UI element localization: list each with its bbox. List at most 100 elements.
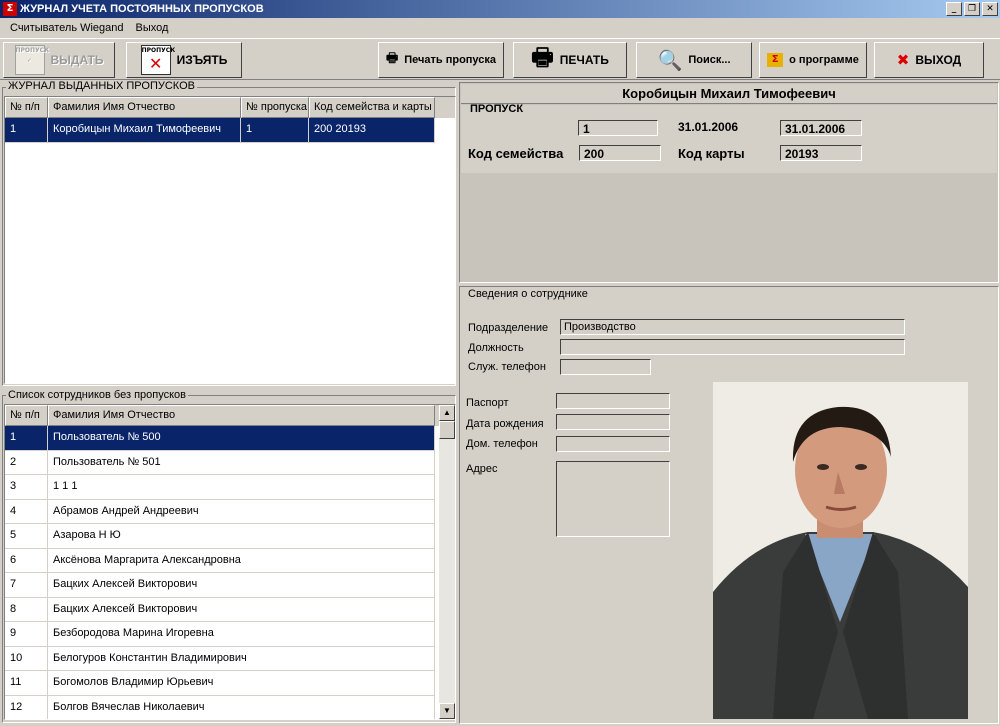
date-issued: 31.01.2006 [678,120,739,134]
department-field[interactable]: Производство [560,319,905,335]
row-num: 7 [5,573,48,597]
minimize-button[interactable]: _ [946,2,962,16]
scroll-thumb[interactable] [439,421,455,439]
revoke-button[interactable]: ПРОПУСК ✕ ИЗЪЯТЬ [126,42,242,78]
table-row[interactable]: 4 Абрамов Андрей Андреевич [5,499,435,524]
staff-col-name[interactable]: Фамилия Имя Отчество [48,405,435,426]
table-row[interactable]: 6 Аксёнова Маргарита Александровна [5,548,435,573]
printer-small-icon: 🖶 [385,51,399,66]
row-name: Белогуров Константин Владимирович [48,646,435,670]
row-code: 200 20193 [309,118,435,142]
table-row[interactable]: 11 Богомолов Владимир Юрьевич [5,671,435,696]
table-row[interactable]: 31 1 1 [5,475,435,500]
col-header-num[interactable]: № п/п [5,97,48,118]
pass-section-title: ПРОПУСК [470,103,524,115]
row-num: 2 [5,450,48,474]
employee-photo [713,382,968,719]
printer-icon: 🖶 [531,42,554,71]
row-name: Бацких Алексей Викторович [48,573,435,597]
row-num: 5 [5,524,48,548]
scroll-up-arrow[interactable]: ▲ [439,405,455,421]
table-row[interactable]: 9 Безбородова Марина Игоревна [5,622,435,647]
home-phone-label: Дом. телефон [466,438,538,450]
work-phone-label: Служ. телефон [468,361,546,373]
work-phone-field[interactable] [560,359,651,375]
issue-label: ВЫДАТЬ [50,53,104,67]
menu-bar: Считыватель Wiegand Выход [0,18,1000,37]
table-row[interactable]: 2 Пользователь № 501 [5,450,435,475]
table-row[interactable]: 1 Пользователь № 500 [5,426,435,451]
col-header-name[interactable]: Фамилия Имя Отчество [48,97,241,118]
staff-grid: № п/п Фамилия Имя Отчество 1 Пользователь… [4,404,456,720]
table-row[interactable]: 10 Белогуров Константин Владимирович [5,646,435,671]
about-button[interactable]: Σ о программе [759,42,867,78]
row-num: 12 [5,695,48,719]
card-code-field[interactable]: 20193 [780,145,862,161]
row-pass: 1 [241,118,309,142]
row-name: Пользователь № 501 [48,450,435,474]
date-field[interactable]: 31.01.2006 [780,120,862,136]
toolbar: ПРОПУСК ✓ ВЫДАТЬ ПРОПУСК ✕ ИЗЪЯТЬ 🖶 Печать… [0,38,1000,80]
print-label: ПЕЧАТЬ [559,53,609,67]
table-row[interactable]: 1 Коробицын Михаил Тимофеевич 1 200 2019… [5,118,435,143]
passport-field[interactable] [556,393,670,409]
print-button[interactable]: 🖶 ПЕЧАТЬ [513,42,627,78]
row-name: Болгов Вячеслав Николаевич [48,695,435,719]
print-pass-button[interactable]: 🖶 Печать пропуска [378,42,504,78]
maximize-button[interactable]: ❐ [964,2,980,16]
home-phone-field[interactable] [556,436,670,452]
pass-number-field[interactable]: 1 [578,120,658,136]
journal-header: № п/п Фамилия Имя Отчество № пропуска Ко… [5,97,455,118]
search-button[interactable]: 🔍 Поиск... [636,42,752,78]
exit-button[interactable]: ✖ ВЫХОД [874,42,984,78]
position-field[interactable] [560,339,905,355]
issue-button[interactable]: ПРОПУСК ✓ ВЫДАТЬ [3,42,115,78]
card-code-label: Код карты [678,146,745,161]
about-icon: Σ [767,53,784,67]
staff-col-num[interactable]: № п/п [5,405,48,426]
title-bar: Σ ЖУРНАЛ УЧЕТА ПОСТОЯННЫХ ПРОПУСКОВ _ ❐ … [0,0,1000,18]
table-row[interactable]: 8 Бацких Алексей Викторович [5,597,435,622]
revoke-label: ИЗЪЯТЬ [176,53,228,67]
row-num: 10 [5,646,48,670]
row-num: 9 [5,622,48,646]
close-button[interactable]: ✕ [982,2,998,16]
address-label: Адрес [466,463,498,475]
family-code-field[interactable]: 200 [579,145,661,161]
table-row[interactable]: 7 Бацких Алексей Викторович [5,573,435,598]
col-header-code[interactable]: Код семейства и карты [309,97,435,118]
row-name: Бацких Алексей Викторович [48,597,435,621]
family-code-label: Код семейства [468,146,564,161]
row-name: Пользователь № 500 [48,426,435,450]
scroll-down-arrow[interactable]: ▼ [439,703,455,719]
table-row[interactable]: 5 Азарова Н Ю [5,524,435,549]
revoke-pass-icon-text: ПРОПУСК [141,47,176,54]
birth-date-field[interactable] [556,414,670,430]
menu-wiegand-reader[interactable]: Считыватель Wiegand [4,22,130,34]
row-name: Богомолов Владимир Юрьевич [48,671,435,695]
staff-header: № п/п Фамилия Имя Отчество [5,405,455,426]
menu-exit[interactable]: Выход [130,22,175,34]
col-header-pass[interactable]: № пропуска [241,97,309,118]
row-name: 1 1 1 [48,475,435,499]
row-num: 3 [5,475,48,499]
row-num: 1 [5,426,48,450]
print-pass-label: Печать пропуска [404,54,497,66]
row-name: Азарова Н Ю [48,524,435,548]
pass-icon: ПРОПУСК ✓ [14,45,49,75]
exit-label: ВЫХОД [915,53,962,67]
staff-title: Список сотрудников без пропусков [6,389,188,401]
about-label: о программе [789,54,859,66]
staff-scrollbar[interactable]: ▲ ▼ [439,405,455,719]
row-name: Коробицын Михаил Тимофеевич [48,118,241,142]
journal-grid: № п/п Фамилия Имя Отчество № пропуска Ко… [4,96,456,384]
table-row[interactable]: 12 Болгов Вячеслав Николаевич [5,695,435,719]
window-title: ЖУРНАЛ УЧЕТА ПОСТОЯННЫХ ПРОПУСКОВ [20,3,264,15]
row-num: 8 [5,597,48,621]
row-num: 4 [5,499,48,523]
close-icon: ✖ [896,51,910,69]
birth-date-label: Дата рождения [466,418,544,430]
address-field[interactable] [556,461,670,537]
department-label: Подразделение [468,322,549,334]
app-icon: Σ [3,2,17,16]
